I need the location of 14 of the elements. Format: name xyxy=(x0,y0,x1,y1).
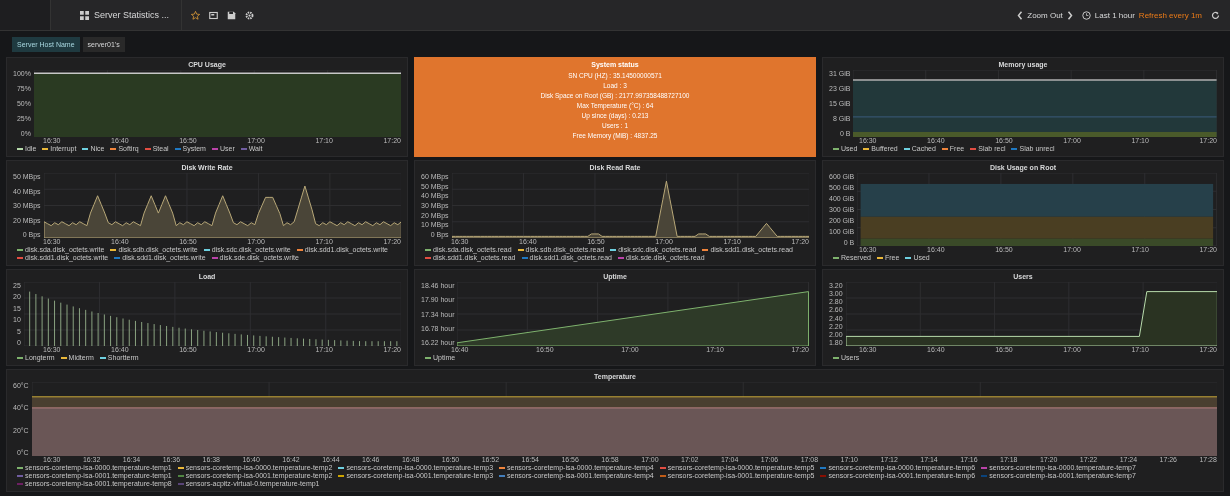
time-range-picker[interactable]: Last 1 hour Refresh every 1m xyxy=(1081,10,1202,20)
save-icon[interactable] xyxy=(227,10,237,20)
time-range-label: Last 1 hour xyxy=(1094,10,1135,20)
zoom-out-button[interactable]: Zoom Out xyxy=(1017,10,1073,20)
settings-icon[interactable] xyxy=(245,10,255,20)
refresh-interval-label: Refresh every 1m xyxy=(1138,10,1202,20)
refresh-icon[interactable] xyxy=(1211,10,1220,20)
grid-icon xyxy=(80,10,89,20)
chevron-left-icon xyxy=(1017,10,1024,20)
dashboard-picker[interactable]: Server Statistics ... xyxy=(60,0,183,30)
star-icon[interactable] xyxy=(191,10,201,20)
chevron-right-icon xyxy=(1066,10,1073,20)
clock-icon xyxy=(1081,10,1091,20)
share-icon[interactable] xyxy=(209,10,219,20)
